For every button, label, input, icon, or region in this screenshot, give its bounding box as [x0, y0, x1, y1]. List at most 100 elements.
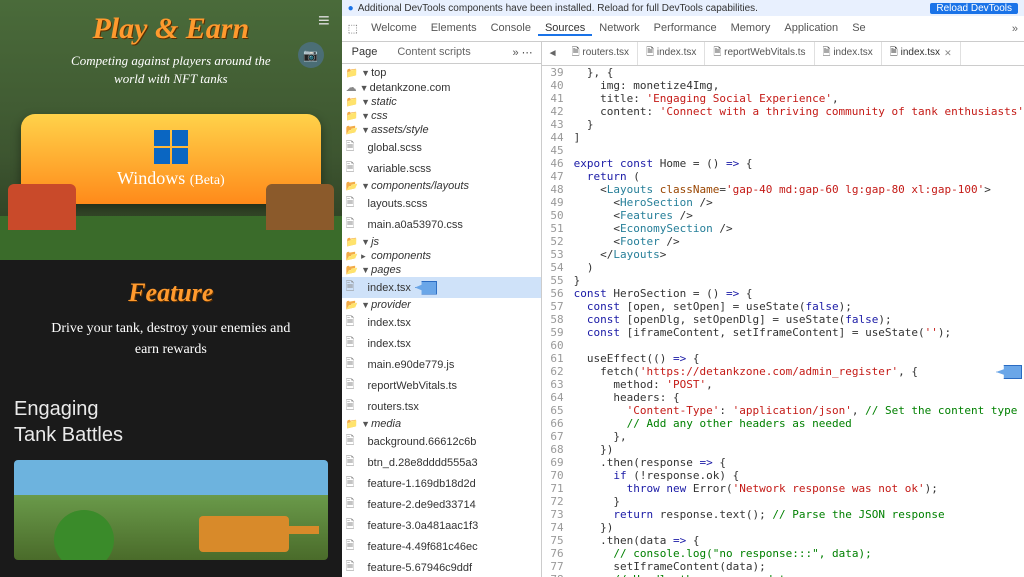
code-line[interactable]: // Add any other headers as needed: [570, 417, 1024, 430]
tree-node[interactable]: feature-2.de9ed33714: [342, 494, 541, 515]
tree-node[interactable]: main.a0a53970.css: [342, 214, 541, 235]
file-tab[interactable]: 🗎 index.tsx: [815, 42, 882, 65]
tree-node[interactable]: ▸components: [342, 249, 541, 263]
code-editor[interactable]: 39 }, {40 img: monetize4Img,41 title: 'E…: [542, 66, 1024, 577]
file-tab[interactable]: 🗎 reportWebVitals.ts: [705, 42, 814, 65]
tab-page[interactable]: Page: [342, 42, 388, 63]
tree-node[interactable]: ▼assets/style: [342, 123, 541, 137]
tank-red: [8, 184, 76, 230]
tree-node[interactable]: feature-5.67946c9ddf: [342, 557, 541, 577]
code-line[interactable]: const [iframeContent, setIframeContent] …: [570, 326, 1024, 339]
file-tab[interactable]: 🗎 index.tsx✕: [882, 42, 961, 65]
devtools-tab-performance[interactable]: Performance: [647, 22, 724, 34]
tree-node[interactable]: main.e90de779.js: [342, 354, 541, 375]
line-number: 53: [542, 248, 570, 261]
code-line[interactable]: }: [570, 495, 1024, 508]
line-number: 52: [542, 235, 570, 248]
code-line[interactable]: [570, 144, 1024, 157]
code-line[interactable]: <HeroSection />: [570, 196, 1024, 209]
tabs-overflow-icon[interactable]: »: [1006, 23, 1024, 35]
code-line[interactable]: // Handle the response data: [570, 573, 1024, 577]
tree-node[interactable]: global.scss: [342, 137, 541, 158]
code-line[interactable]: const [openDlg, setOpenDlg] = useState(f…: [570, 313, 1024, 326]
code-line[interactable]: // console.log("no response:::", data);: [570, 547, 1024, 560]
code-line[interactable]: export const Home = () => {: [570, 157, 1024, 170]
code-line[interactable]: }: [570, 274, 1024, 287]
line-number: 48: [542, 183, 570, 196]
tree-node[interactable]: feature-3.0a481aac1f3: [342, 515, 541, 536]
tree-node[interactable]: index.tsx: [342, 333, 541, 354]
code-line[interactable]: setIframeContent(data);: [570, 560, 1024, 573]
code-line[interactable]: </Layouts>: [570, 248, 1024, 261]
tree-node[interactable]: reportWebVitals.ts: [342, 375, 541, 396]
file-tab[interactable]: 🗎 routers.tsx: [564, 42, 639, 65]
code-line[interactable]: }): [570, 443, 1024, 456]
code-line[interactable]: throw new Error('Network response was no…: [570, 482, 1024, 495]
code-line[interactable]: .then(response => {: [570, 456, 1024, 469]
tree-node[interactable]: background.66612c6b: [342, 431, 541, 452]
tree-node[interactable]: ▼detankzone.com: [342, 80, 541, 95]
code-line[interactable]: const HeroSection = () => {: [570, 287, 1024, 300]
file-tab[interactable]: 🗎 index.tsx: [638, 42, 705, 65]
code-line[interactable]: if (!response.ok) {: [570, 469, 1024, 482]
tree-node[interactable]: ▼media: [342, 417, 541, 431]
devtools-tab-console[interactable]: Console: [484, 22, 538, 34]
tree-node[interactable]: ▼components/layouts: [342, 179, 541, 193]
camera-icon[interactable]: 📷: [298, 42, 324, 68]
code-line[interactable]: useEffect(() => {: [570, 352, 1024, 365]
code-line[interactable]: }: [570, 118, 1024, 131]
code-line[interactable]: .then(data => {: [570, 534, 1024, 547]
tab-content-scripts[interactable]: Content scripts: [387, 42, 480, 63]
code-line[interactable]: const [open, setOpen] = useState(false);: [570, 300, 1024, 313]
tree-node[interactable]: feature-4.49f681c46ec: [342, 536, 541, 557]
code-line[interactable]: }, {: [570, 66, 1024, 79]
tree-node[interactable]: index.tsx: [342, 312, 541, 333]
code-line[interactable]: return response.text(); // Parse the JSO…: [570, 508, 1024, 521]
devtools-tab-memory[interactable]: Memory: [724, 22, 778, 34]
code-line[interactable]: <Layouts className='gap-40 md:gap-60 lg:…: [570, 183, 1024, 196]
code-line[interactable]: content: 'Connect with a thriving commun…: [570, 105, 1024, 118]
reload-devtools-button[interactable]: Reload DevTools: [930, 3, 1018, 14]
tree-node[interactable]: routers.tsx: [342, 396, 541, 417]
devtools-tab-sources[interactable]: Sources: [538, 22, 592, 36]
tree-node[interactable]: ▼css: [342, 109, 541, 123]
code-line[interactable]: 'Content-Type': 'application/json', // S…: [570, 404, 1024, 417]
code-line[interactable]: ): [570, 261, 1024, 274]
code-line[interactable]: headers: {: [570, 391, 1024, 404]
tree-node[interactable]: feature-1.169db18d2d: [342, 473, 541, 494]
code-line[interactable]: fetch('https://detankzone.com/admin_regi…: [570, 365, 1024, 378]
tree-node[interactable]: ▼provider: [342, 298, 541, 312]
code-line[interactable]: img: monetize4Img,: [570, 79, 1024, 92]
code-line[interactable]: <EconomySection />: [570, 222, 1024, 235]
close-tab-icon[interactable]: ✕: [944, 48, 952, 59]
code-line[interactable]: [570, 339, 1024, 352]
code-line[interactable]: <Features />: [570, 209, 1024, 222]
devtools-tab-elements[interactable]: Elements: [424, 22, 484, 34]
inspect-icon[interactable]: ⬚: [342, 22, 364, 35]
file-tree[interactable]: ▼top▼detankzone.com▼static▼css▼assets/st…: [342, 64, 541, 577]
menu-icon[interactable]: ≡: [318, 10, 330, 33]
tree-node[interactable]: btn_d.28e8dddd555a3: [342, 452, 541, 473]
code-line[interactable]: <Footer />: [570, 235, 1024, 248]
code-line[interactable]: ]: [570, 131, 1024, 144]
tree-node[interactable]: layouts.scss: [342, 193, 541, 214]
devtools-tab-network[interactable]: Network: [592, 22, 646, 34]
tree-node[interactable]: ▼js: [342, 235, 541, 249]
file-tab-prev-icon[interactable]: ◄: [542, 42, 564, 65]
tree-node[interactable]: variable.scss: [342, 158, 541, 179]
code-line[interactable]: title: 'Engaging Social Experience',: [570, 92, 1024, 105]
code-line[interactable]: }): [570, 521, 1024, 534]
more-tabs-icon[interactable]: » ⋯: [504, 42, 540, 63]
line-number: 51: [542, 222, 570, 235]
game-website: ≡ 📷 Play & Earn Competing against player…: [0, 0, 342, 577]
devtools-tab-application[interactable]: Application: [777, 22, 845, 34]
devtools-tab-welcome[interactable]: Welcome: [364, 22, 424, 34]
code-line[interactable]: method: 'POST',: [570, 378, 1024, 391]
tree-node[interactable]: ▼top: [342, 66, 541, 80]
tree-node[interactable]: ▼pages: [342, 263, 541, 277]
code-line[interactable]: },: [570, 430, 1024, 443]
tree-node[interactable]: index.tsx: [342, 277, 541, 298]
code-line[interactable]: return (: [570, 170, 1024, 183]
tree-node[interactable]: ▼static: [342, 95, 541, 109]
devtools-tab-se[interactable]: Se: [845, 22, 872, 34]
